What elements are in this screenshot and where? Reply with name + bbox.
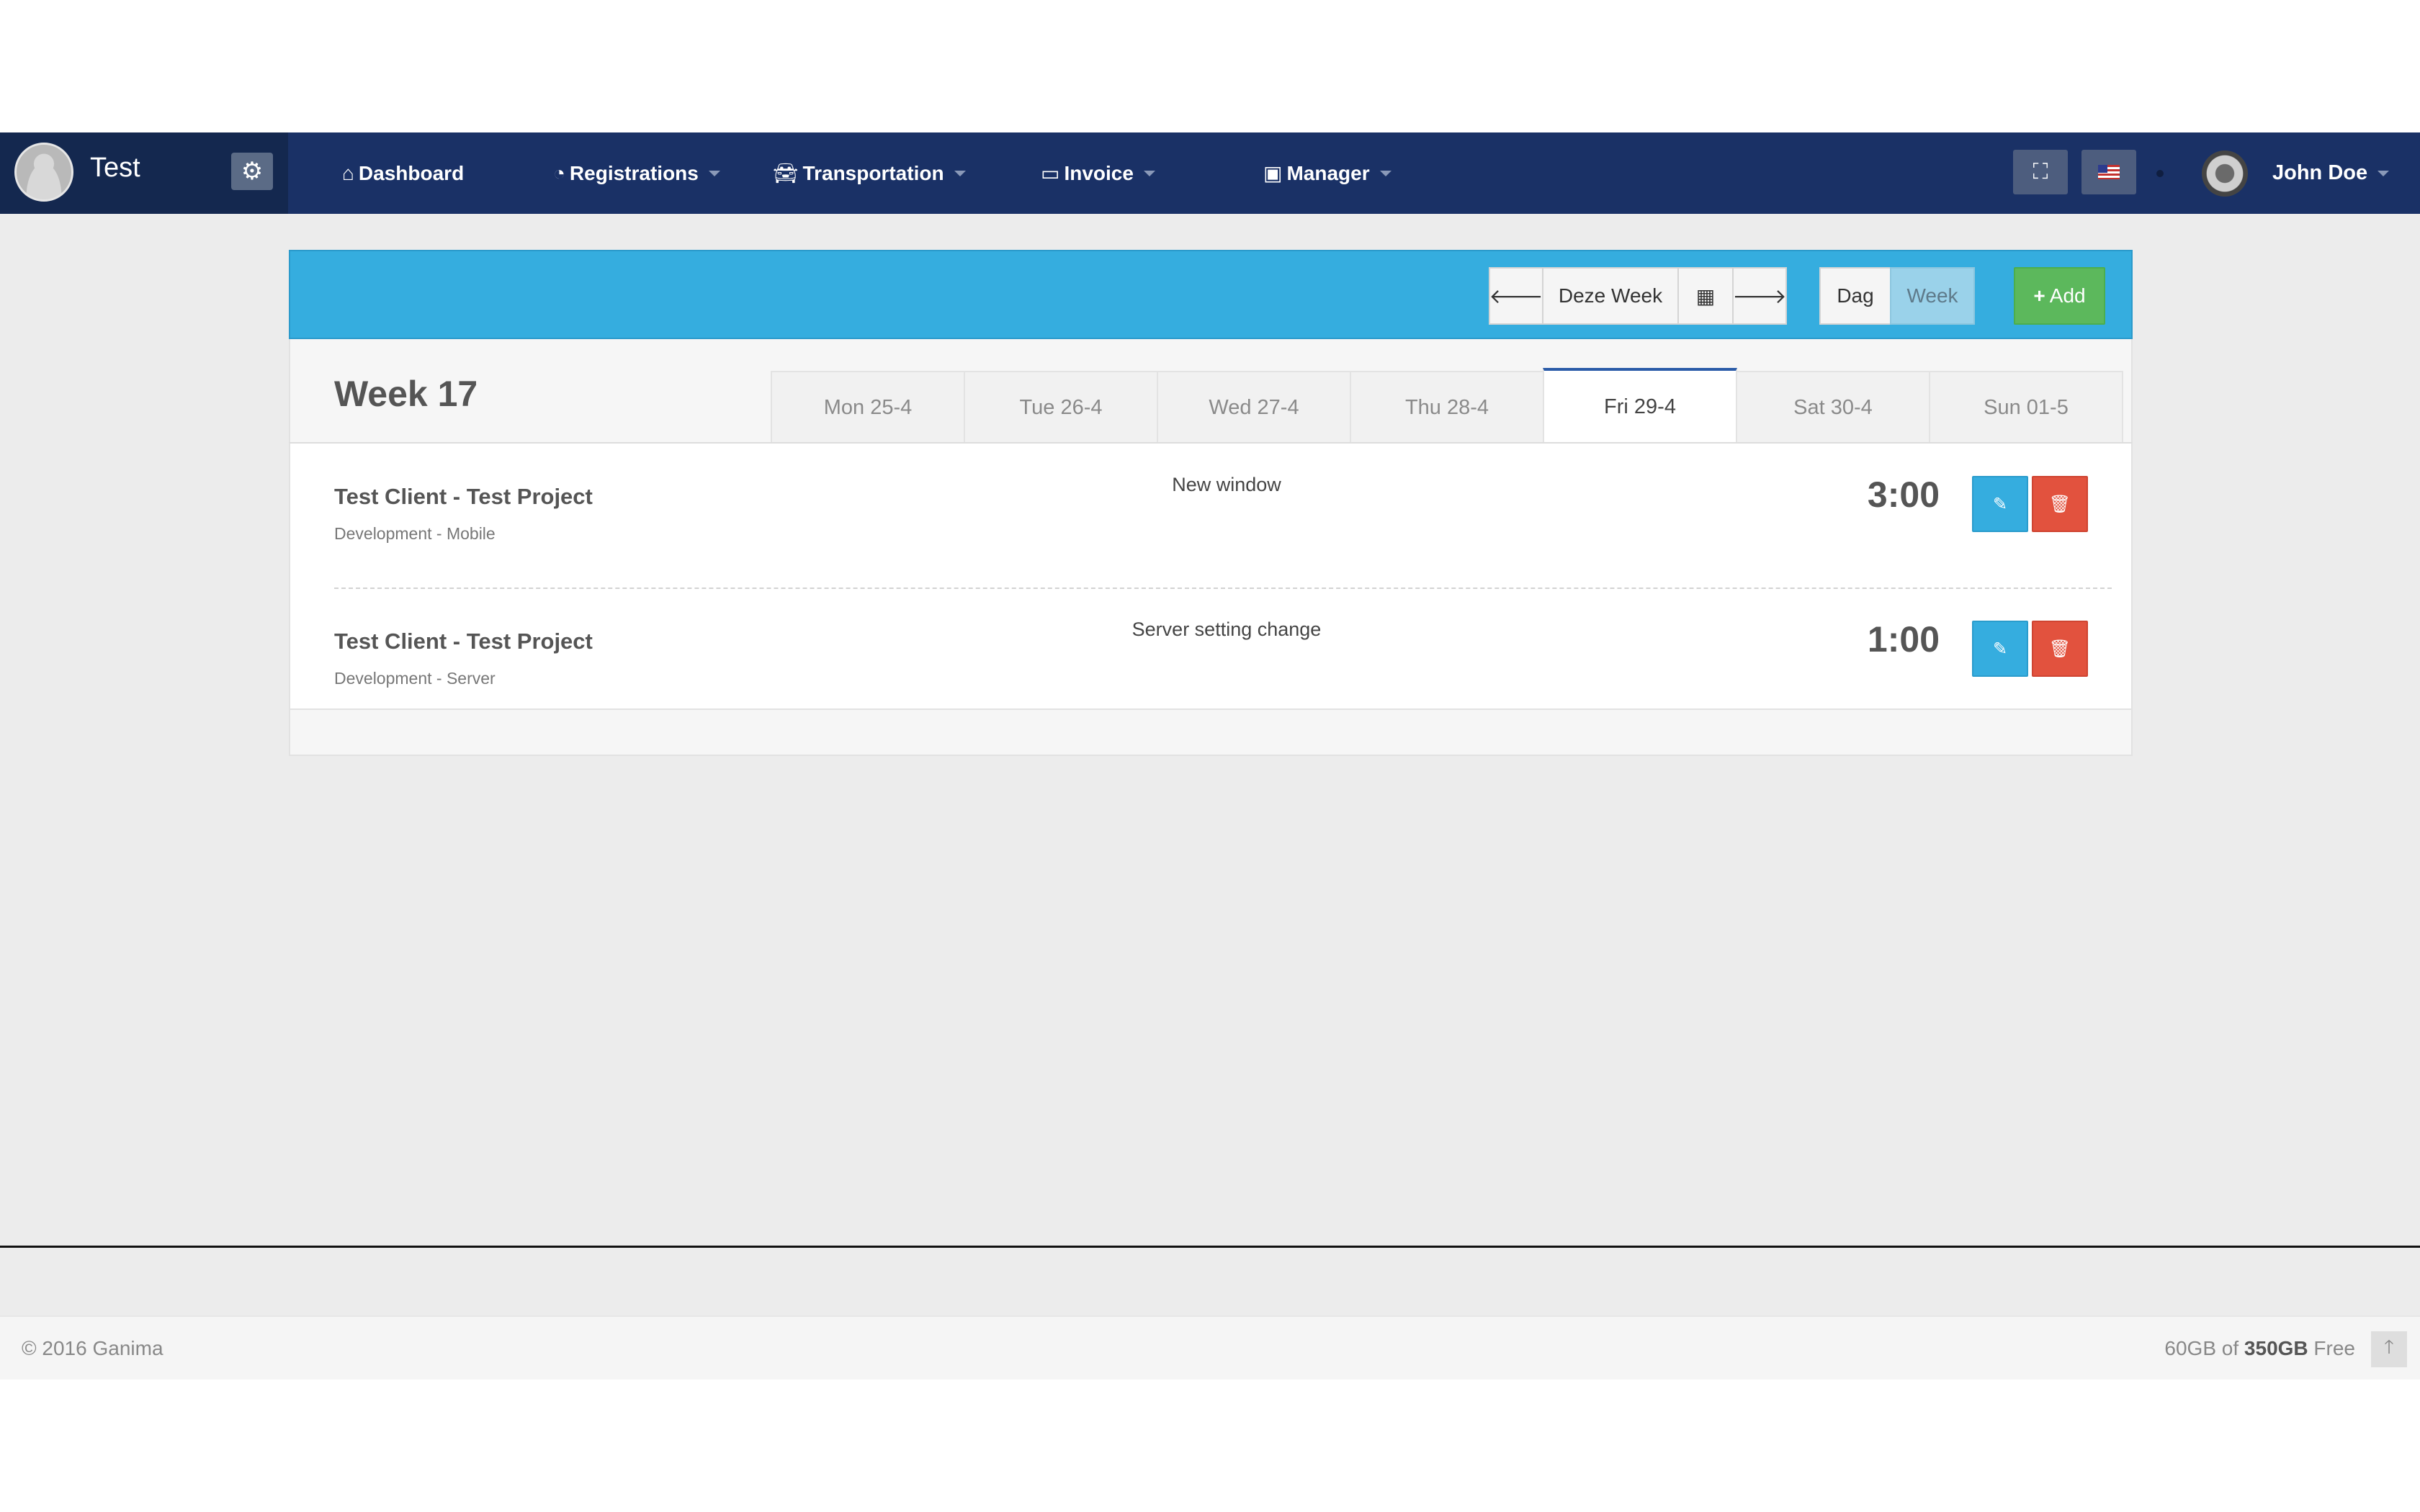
panel-footer bbox=[289, 710, 2133, 756]
edit-entry-button[interactable]: ✎ bbox=[1972, 476, 2028, 532]
nav-item-label: Manager bbox=[1286, 161, 1370, 184]
copyright-text: © 2016 Ganima bbox=[22, 1337, 163, 1359]
scroll-to-top-button[interactable]: 🡑 bbox=[2371, 1331, 2407, 1367]
arrow-up-icon: 🡑 bbox=[2384, 1336, 2394, 1357]
tab-day-sun[interactable]: Sun 01-5 bbox=[1929, 371, 2123, 443]
caret-down-icon bbox=[1143, 170, 1155, 176]
day-tabs: Mon 25-4 Tue 26-4 Wed 27-4 Thu 28-4 Fri … bbox=[771, 368, 2123, 443]
delete-entry-button[interactable]: 🗑︎ bbox=[2032, 621, 2088, 677]
fullscreen-button[interactable]: ⛶ bbox=[2013, 150, 2068, 194]
home-icon: ⌂ bbox=[342, 161, 354, 184]
next-week-button[interactable]: 🡒 bbox=[1732, 267, 1787, 325]
brand-avatar[interactable] bbox=[14, 143, 73, 202]
calendar-icon: ▦ bbox=[1695, 284, 1716, 307]
fullscreen-icon: ⛶ bbox=[2033, 160, 2048, 184]
nav-item-label: Transportation bbox=[802, 161, 944, 184]
brand-area: Test ⚙ bbox=[0, 132, 288, 214]
gears-icon: ⚙ bbox=[241, 158, 264, 185]
tab-day-fri[interactable]: Fri 29-4 bbox=[1543, 368, 1737, 443]
view-toggle-group: Dag Week bbox=[1819, 267, 1975, 325]
briefcase-icon: ▣ bbox=[1263, 162, 1283, 184]
arrow-right-icon: 🡒 bbox=[1732, 285, 1787, 307]
entry-subtitle: Development - Server bbox=[334, 669, 496, 688]
week-header: Week 17 Mon 25-4 Tue 26-4 Wed 27-4 Thu 2… bbox=[289, 339, 2133, 443]
entry-description: New window bbox=[1172, 474, 1281, 495]
nav-item-manager[interactable]: ▣ Manager bbox=[1263, 132, 1392, 214]
entry-description: Server setting change bbox=[1131, 618, 1322, 640]
tab-day-thu[interactable]: Thu 28-4 bbox=[1350, 371, 1544, 443]
notification-dot bbox=[2156, 170, 2164, 177]
calendar-button[interactable]: ▦ bbox=[1677, 267, 1734, 325]
tab-day-tue[interactable]: Tue 26-4 bbox=[964, 371, 1158, 443]
time-entries-list: Test Client - Test Project Development -… bbox=[289, 442, 2133, 710]
this-week-button[interactable]: Deze Week bbox=[1542, 267, 1679, 325]
view-week-label: Week bbox=[1906, 284, 1958, 307]
edit-icon: ✎ bbox=[1992, 639, 2008, 659]
view-day-button[interactable]: Dag bbox=[1819, 267, 1891, 325]
time-entry: Test Client - Test Project Development -… bbox=[290, 444, 2134, 573]
timesheet-toolbar: 🡐 Deze Week ▦ 🡒 Dag Week + Add bbox=[289, 250, 2133, 339]
nav-item-invoice[interactable]: ▭ Invoice bbox=[1041, 132, 1155, 214]
trash-icon: 🗑︎ bbox=[2048, 494, 2071, 514]
delete-entry-button[interactable]: 🗑︎ bbox=[2032, 476, 2088, 532]
app-shell: Test ⚙ ⌂ Dashboard ◔ Registrations 🚘︎ Tr… bbox=[0, 132, 2420, 1380]
caret-down-icon bbox=[1379, 170, 1392, 176]
car-icon: 🚘︎ bbox=[773, 162, 799, 184]
top-navbar: Test ⚙ ⌂ Dashboard ◔ Registrations 🚘︎ Tr… bbox=[0, 132, 2420, 214]
nav-item-transportation[interactable]: 🚘︎ Transportation bbox=[773, 132, 966, 214]
tab-day-mon[interactable]: Mon 25-4 bbox=[771, 371, 965, 443]
tab-day-sat[interactable]: Sat 30-4 bbox=[1736, 371, 1930, 443]
entry-title: Test Client - Test Project bbox=[334, 629, 593, 654]
brand-name[interactable]: Test bbox=[90, 153, 140, 184]
tab-day-wed[interactable]: Wed 27-4 bbox=[1157, 371, 1351, 443]
storage-total: 350GB bbox=[2244, 1337, 2308, 1359]
this-week-label: Deze Week bbox=[1558, 284, 1663, 307]
week-title: Week 17 bbox=[334, 374, 478, 414]
edit-icon: ✎ bbox=[1992, 494, 2008, 514]
user-menu[interactable]: John Doe bbox=[2272, 132, 2390, 214]
nav-item-label: Invoice bbox=[1064, 161, 1134, 184]
credit-card-icon: ▭ bbox=[1041, 162, 1060, 184]
user-avatar[interactable] bbox=[2202, 150, 2248, 197]
entry-duration: 3:00 bbox=[1867, 474, 1940, 515]
us-flag-icon bbox=[2098, 165, 2120, 179]
time-entry: Test Client - Test Project Development -… bbox=[290, 588, 2134, 717]
add-entry-button[interactable]: + Add bbox=[2014, 267, 2105, 325]
nav-item-label: Dashboard bbox=[358, 161, 465, 184]
entry-duration: 1:00 bbox=[1867, 619, 1940, 660]
storage-info: 60GB of 350GB Free bbox=[2164, 1337, 2355, 1360]
week-navigation-group: 🡐 Deze Week ▦ 🡒 bbox=[1489, 267, 1787, 325]
plus-icon: + bbox=[2033, 284, 2045, 307]
entry-subtitle: Development - Mobile bbox=[334, 524, 496, 543]
nav-item-dashboard[interactable]: ⌂ Dashboard bbox=[342, 132, 464, 214]
caret-down-icon bbox=[708, 170, 720, 176]
entry-title: Test Client - Test Project bbox=[334, 484, 593, 509]
storage-suffix: Free bbox=[2313, 1337, 2355, 1359]
trash-icon: 🗑︎ bbox=[2048, 639, 2071, 659]
dashboard-icon: ◔ bbox=[553, 161, 565, 184]
settings-gears-button[interactable]: ⚙ bbox=[231, 153, 273, 190]
view-week-button[interactable]: Week bbox=[1890, 267, 1975, 325]
view-day-label: Dag bbox=[1837, 284, 1874, 307]
arrow-left-icon: 🡐 bbox=[1489, 285, 1543, 307]
add-label: Add bbox=[2049, 284, 2086, 307]
window-bottom-border bbox=[0, 1246, 2420, 1248]
storage-used: 60GB of bbox=[2164, 1337, 2239, 1359]
page-footer: © 2016 Ganima 60GB of 350GB Free 🡑 bbox=[0, 1315, 2420, 1380]
nav-item-registrations[interactable]: ◔ Registrations bbox=[553, 132, 720, 214]
user-name: John Doe bbox=[2272, 161, 2368, 184]
edit-entry-button[interactable]: ✎ bbox=[1972, 621, 2028, 677]
nav-item-label: Registrations bbox=[569, 161, 699, 184]
previous-week-button[interactable]: 🡐 bbox=[1489, 267, 1543, 325]
language-button[interactable] bbox=[2081, 150, 2136, 194]
caret-down-icon bbox=[2378, 170, 2390, 176]
caret-down-icon bbox=[954, 170, 966, 176]
